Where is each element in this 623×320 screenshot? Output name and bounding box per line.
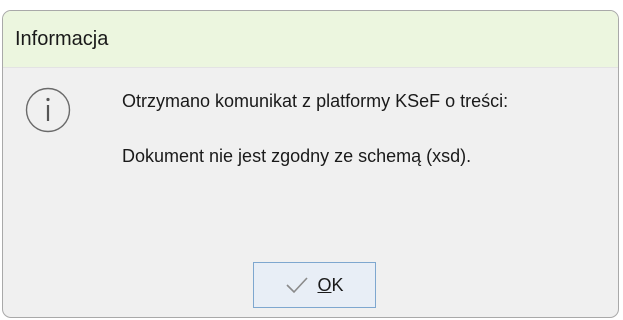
message-line-2: Dokument nie jest zgodny ze schemą (xsd)… [122,146,472,166]
ok-mnemonic: O [317,274,332,295]
info-icon [25,87,71,133]
message-line-1: Otrzymano komunikat z platformy KSeF o t… [122,91,509,111]
ok-button-label: OK [317,275,343,296]
ok-button[interactable]: OK [253,262,376,308]
ok-label-rest: K [331,274,344,295]
checkmark-icon [286,277,309,294]
information-dialog: Informacja Otrzymano komunikat z platfor… [2,10,619,318]
dialog-title: Informacja [15,27,109,50]
dialog-titlebar: Informacja [3,11,618,68]
